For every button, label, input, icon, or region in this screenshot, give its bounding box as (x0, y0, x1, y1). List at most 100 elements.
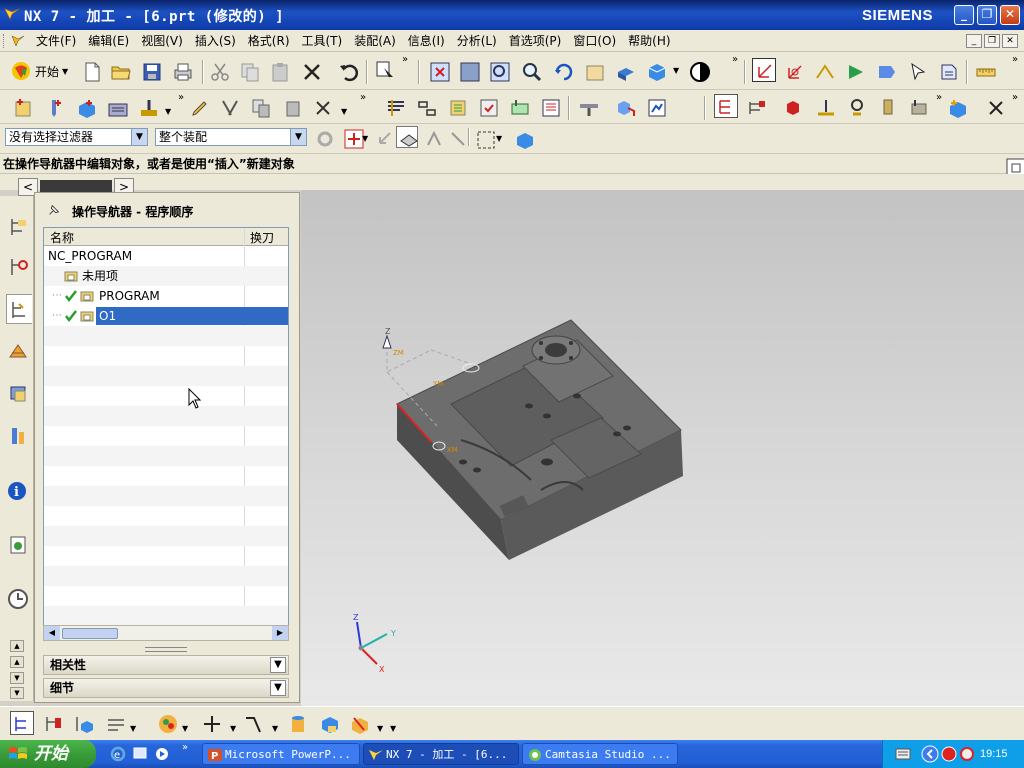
measure-icon[interactable] (974, 60, 998, 84)
menu-tools[interactable]: 工具(T) (296, 33, 349, 49)
method-view-icon[interactable] (814, 96, 838, 120)
pointer-tool-icon[interactable] (906, 60, 930, 84)
dropdown-arrow-icon[interactable]: ▼ (290, 129, 306, 145)
zoom-box-icon[interactable] (488, 60, 512, 84)
rectangle-select-icon[interactable] (474, 128, 495, 149)
shaded-icon[interactable] (614, 60, 638, 84)
more-ops-chevron-icon[interactable]: » (936, 92, 942, 103)
tray-collapse-icon[interactable] (921, 745, 939, 763)
machine-tool-navigator-icon[interactable] (6, 336, 32, 366)
postprocess-icon[interactable] (937, 60, 961, 84)
play-path-icon[interactable] (844, 60, 868, 84)
ie-icon[interactable]: e (110, 746, 126, 762)
rotate-icon[interactable] (552, 60, 576, 84)
dropdown-arrow-icon[interactable]: ▼ (182, 724, 188, 733)
geometry-view-bottom-icon[interactable] (72, 712, 96, 736)
orientation-icon[interactable] (688, 60, 712, 84)
zoom-window-icon[interactable] (458, 60, 482, 84)
feature-group-icon[interactable] (614, 96, 638, 120)
add-point-icon[interactable] (200, 712, 224, 736)
mdi-minimize-button[interactable]: _ (966, 34, 982, 48)
scroll-up-small-icon[interactable]: ▲ (10, 656, 24, 668)
wcs-icon[interactable] (752, 58, 776, 82)
tree-row-program[interactable]: ⋯ PROGRAM (44, 286, 288, 306)
delete-object-icon[interactable] (311, 96, 335, 120)
paste-object-icon[interactable] (281, 96, 305, 120)
task-nx[interactable]: NX 7 - 加工 - [6... (363, 743, 519, 765)
dropdown-arrow-icon[interactable]: ▼ (130, 724, 136, 733)
menu-grip[interactable] (3, 34, 6, 48)
filter-settings-icon[interactable] (313, 127, 333, 147)
dropdown-arrow-icon[interactable]: ▼ (496, 134, 502, 143)
panel-splitter[interactable] (145, 647, 187, 652)
dropdown-arrow-icon[interactable]: ▼ (390, 724, 396, 733)
scroll-down-small-icon[interactable]: ▼ (10, 687, 24, 699)
close-toolbar-icon[interactable] (984, 96, 1008, 120)
block-icon[interactable] (318, 712, 342, 736)
menu-file[interactable]: 文件(F) (30, 33, 82, 49)
snap-arrow-icon[interactable] (372, 127, 391, 145)
pin-icon[interactable] (47, 203, 61, 217)
dropdown-arrow-icon[interactable]: ▼ (131, 129, 147, 145)
zoom-icon[interactable] (520, 60, 544, 84)
component-icon[interactable] (513, 128, 533, 149)
minimize-button[interactable]: _ (954, 5, 974, 25)
more-misc-chevron-icon[interactable]: » (1012, 92, 1018, 103)
curve-icon[interactable] (242, 712, 266, 736)
show-desktop-icon[interactable] (132, 746, 148, 762)
tool-library-icon[interactable] (6, 421, 32, 451)
scroll-down-icon[interactable]: ▼ (10, 672, 24, 684)
scroll-left-icon[interactable]: ◀ (44, 626, 60, 640)
edit-object-icon[interactable] (188, 96, 212, 120)
machine-sim-icon[interactable] (508, 96, 532, 120)
history-icon[interactable] (6, 584, 32, 614)
details-section[interactable]: 细节 ▼ (43, 678, 289, 698)
face-select-icon[interactable] (396, 126, 418, 148)
tree-row-unused[interactable]: 未用项 (44, 266, 288, 286)
recording-icon[interactable] (941, 746, 957, 762)
menu-assemblies[interactable]: 装配(A) (348, 33, 402, 49)
menu-insert[interactable]: 插入(S) (189, 33, 242, 49)
generate-path-icon[interactable] (384, 96, 408, 120)
dropdown-arrow-icon[interactable]: ▼ (362, 134, 368, 143)
dependencies-section[interactable]: 相关性 ▼ (43, 655, 289, 675)
part-navigator-icon[interactable] (946, 96, 970, 120)
graphics-window[interactable]: Z ZM YM XM Y Z X (301, 190, 1024, 706)
selection-icon[interactable] (374, 58, 398, 82)
menu-edit[interactable]: 编辑(E) (82, 33, 135, 49)
more-insert-chevron-icon[interactable]: » (178, 92, 184, 103)
open-folder-icon[interactable] (109, 60, 133, 84)
machine-view-icon[interactable] (42, 712, 66, 736)
scrollbar-thumb[interactable] (62, 628, 118, 639)
feature-operation-icon[interactable] (348, 712, 372, 736)
cut-icon[interactable] (208, 60, 232, 84)
method-view-bottom-icon[interactable] (104, 712, 128, 736)
print-icon[interactable] (171, 60, 195, 84)
copy-icon[interactable] (238, 60, 262, 84)
dropdown-arrow-icon[interactable]: ▼ (165, 107, 171, 116)
replay-path-icon[interactable] (415, 96, 439, 120)
column-name[interactable]: 名称 (50, 229, 74, 246)
menu-help[interactable]: 帮助(H) (622, 33, 676, 49)
save-icon[interactable] (140, 60, 164, 84)
process-navigator-icon[interactable] (6, 378, 32, 408)
blank-icon[interactable] (907, 96, 931, 120)
copy-object-icon[interactable] (249, 96, 273, 120)
more-edit-chevron-icon[interactable]: » (360, 92, 366, 103)
edge-select-icon[interactable] (422, 127, 441, 146)
create-tool-icon[interactable] (44, 96, 68, 120)
chevron-down-icon[interactable]: ▼ (270, 680, 286, 696)
tree-row-nc-program[interactable]: NC_PROGRAM (44, 246, 288, 266)
cylinder-icon[interactable] (286, 712, 310, 736)
post-output-icon[interactable] (539, 96, 563, 120)
maximize-button[interactable]: ❐ (977, 5, 997, 25)
render-style-icon[interactable] (645, 60, 669, 84)
menu-analysis[interactable]: 分析(L) (451, 33, 503, 49)
geometry-view-icon[interactable] (783, 96, 807, 120)
quicklaunch-chevron-icon[interactable]: » (182, 742, 188, 753)
program-order-icon[interactable] (10, 711, 34, 735)
menu-information[interactable]: 信息(I) (402, 33, 451, 49)
paste-icon[interactable] (268, 60, 292, 84)
operation-icon[interactable] (845, 96, 869, 120)
scroll-up-icon[interactable]: ▲ (10, 640, 24, 652)
